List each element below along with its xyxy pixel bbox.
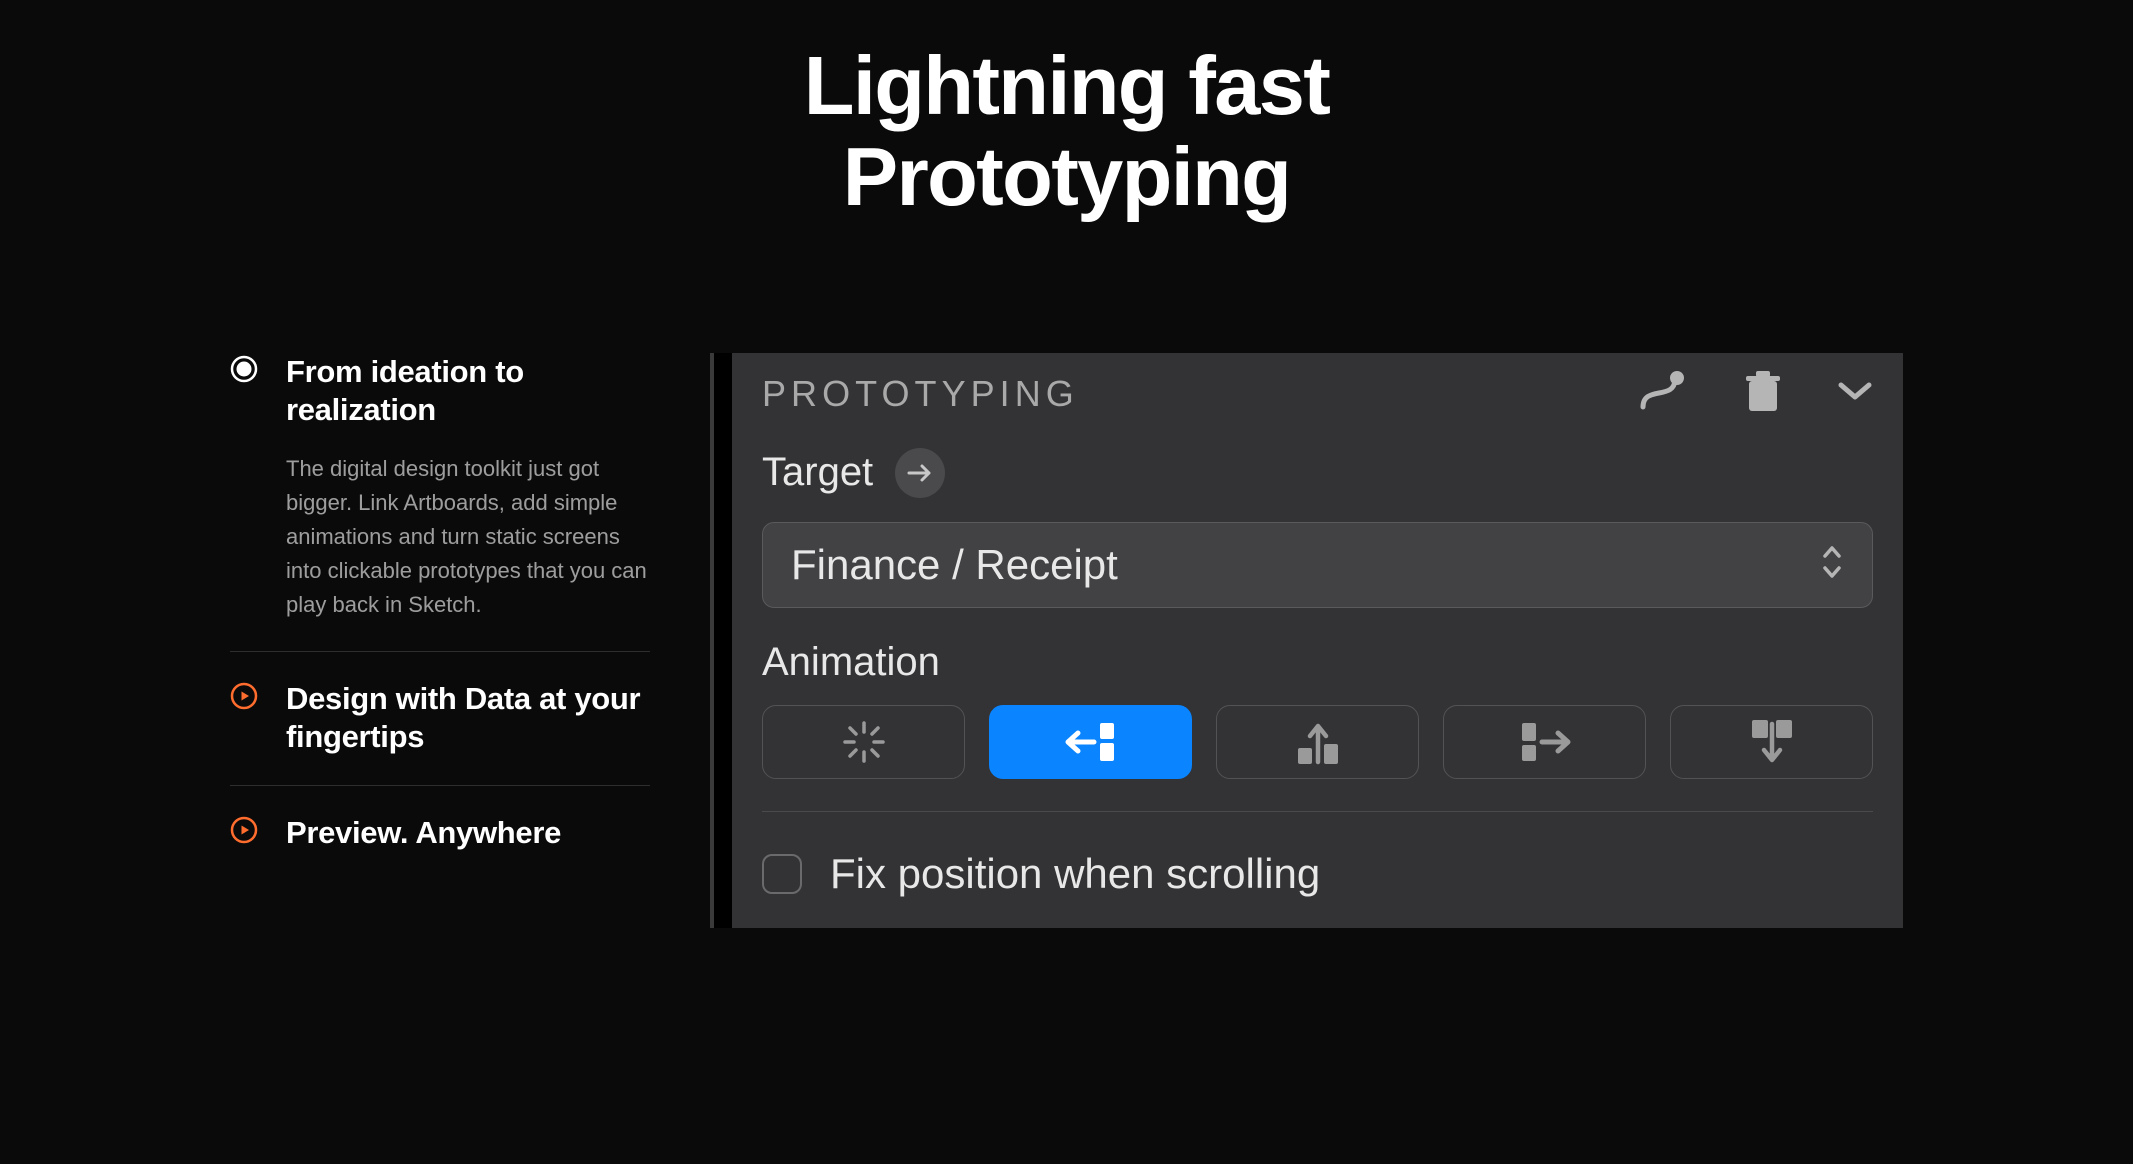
target-select[interactable]: Finance / Receipt bbox=[762, 522, 1873, 608]
burst-icon bbox=[841, 719, 887, 765]
animation-buttons bbox=[762, 705, 1873, 812]
target-label: Target bbox=[762, 450, 873, 495]
feature-title: Preview. Anywhere bbox=[286, 814, 561, 853]
hero-line-1: Lightning fast bbox=[0, 40, 2133, 131]
content-area: From ideation to realization The digital… bbox=[0, 353, 2133, 928]
feature-list: From ideation to realization The digital… bbox=[230, 353, 650, 928]
animation-none-button[interactable] bbox=[762, 705, 965, 779]
target-arrow-button[interactable] bbox=[895, 448, 945, 498]
animation-slide-up-button[interactable] bbox=[1216, 705, 1419, 779]
animation-slide-left-button[interactable] bbox=[989, 705, 1192, 779]
trash-icon[interactable] bbox=[1744, 371, 1782, 418]
animation-slide-right-button[interactable] bbox=[1443, 705, 1646, 779]
arrow-right-icon bbox=[906, 461, 934, 485]
target-row: Target bbox=[762, 448, 1873, 498]
slide-down-icon bbox=[1748, 718, 1796, 766]
slide-up-icon bbox=[1294, 718, 1342, 766]
panel-header: PROTOTYPING bbox=[762, 371, 1873, 418]
slide-left-icon bbox=[1062, 721, 1120, 763]
stepper-arrows-icon bbox=[1820, 542, 1844, 587]
animation-slide-down-button[interactable] bbox=[1670, 705, 1873, 779]
feature-title: Design with Data at your fingertips bbox=[286, 680, 650, 758]
feature-description: The digital design toolkit just got bigg… bbox=[286, 452, 650, 622]
feature-item-ideation[interactable]: From ideation to realization The digital… bbox=[230, 353, 650, 652]
prototyping-panel: PROTOTYPING bbox=[732, 353, 1903, 928]
panel-title: PROTOTYPING bbox=[762, 373, 1079, 415]
feature-item-preview[interactable]: Preview. Anywhere bbox=[230, 786, 650, 881]
slide-right-icon bbox=[1516, 721, 1574, 763]
panel-header-icons bbox=[1639, 371, 1873, 418]
panel-wrapper: PROTOTYPING bbox=[710, 353, 1903, 928]
play-circle-icon bbox=[230, 816, 258, 844]
fix-position-checkbox[interactable] bbox=[762, 854, 802, 894]
chevron-down-icon[interactable] bbox=[1837, 381, 1873, 408]
play-circle-icon bbox=[230, 682, 258, 710]
hero-title: Lightning fast Prototyping bbox=[0, 0, 2133, 223]
target-select-value: Finance / Receipt bbox=[791, 541, 1118, 589]
animation-label: Animation bbox=[762, 640, 1873, 685]
feature-item-data[interactable]: Design with Data at your fingertips bbox=[230, 652, 650, 787]
radio-filled-icon bbox=[230, 355, 258, 383]
fix-position-row: Fix position when scrolling bbox=[762, 850, 1873, 898]
feature-title: From ideation to realization bbox=[286, 353, 650, 431]
hero-line-2: Prototyping bbox=[0, 131, 2133, 222]
link-curve-icon[interactable] bbox=[1639, 371, 1689, 418]
fix-position-label: Fix position when scrolling bbox=[830, 850, 1320, 898]
